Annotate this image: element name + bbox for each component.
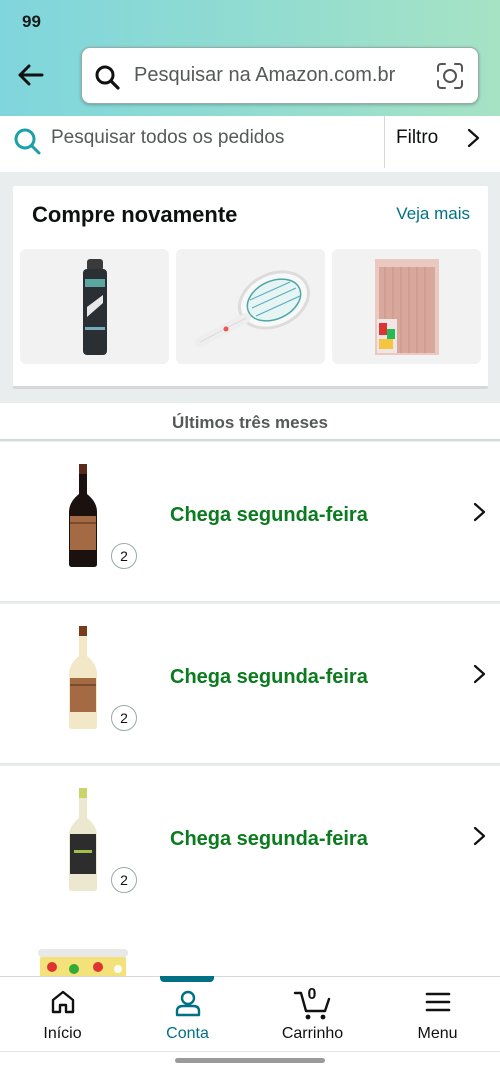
chevron-right-icon[interactable] [472, 662, 488, 686]
chevron-right-icon[interactable] [466, 126, 482, 150]
app-header: 99 Pesquisar na Amazon.com.br [0, 0, 500, 116]
buy-again-item-racket[interactable] [176, 249, 325, 364]
order-row[interactable]: 2 Chega segunda-feira [0, 766, 500, 926]
nav-menu[interactable]: Menu [375, 977, 500, 1053]
delivery-status: Chega segunda-feira [170, 828, 368, 850]
nav-label: Carrinho [281, 1025, 344, 1042]
order-row[interactable]: 2 Chega segunda-feira [0, 604, 500, 764]
order-row[interactable] [0, 911, 500, 977]
quantity-badge: 2 [111, 705, 137, 731]
search-input[interactable]: Pesquisar na Amazon.com.br [134, 64, 395, 87]
back-arrow-icon [18, 64, 44, 86]
order-row[interactable]: 2 Chega segunda-feira [0, 442, 500, 602]
orders-search-input[interactable]: Pesquisar todos os pedidos [51, 127, 284, 149]
status-indicator: 99 [22, 12, 41, 31]
chevron-right-icon[interactable] [472, 824, 488, 848]
delivery-status: Chega segunda-feira [170, 504, 368, 526]
divider [384, 116, 385, 168]
orders-search-bar: Pesquisar todos os pedidos Filtro [0, 116, 500, 172]
nav-label: Início [43, 1025, 82, 1042]
red-wine-bottle-thumbnail [69, 464, 97, 567]
delivery-status: Chega segunda-feira [170, 666, 368, 688]
chevron-right-icon[interactable] [472, 500, 488, 524]
filter-button[interactable]: Filtro [396, 127, 438, 149]
nav-label: Conta [166, 1025, 209, 1042]
shower-curtain-product-thumbnail [374, 258, 439, 355]
back-button[interactable] [10, 55, 50, 95]
cart-count-badge: 0 [307, 986, 317, 1003]
search-icon [14, 128, 41, 155]
nav-cart[interactable]: 0 Carrinho [250, 977, 375, 1053]
nav-label: Menu [417, 1025, 458, 1042]
buy-again-item-curtain[interactable] [332, 249, 481, 364]
home-icon [51, 990, 74, 1014]
electric-racket-product-thumbnail [194, 269, 310, 347]
nav-home[interactable]: Início [0, 977, 125, 1053]
search-bar[interactable]: Pesquisar na Amazon.com.br [81, 47, 479, 104]
quantity-badge: 2 [111, 867, 137, 893]
buy-again-item-deodorant[interactable] [20, 249, 169, 364]
nav-account[interactable]: Conta [125, 977, 250, 1053]
quantity-badge: 2 [111, 543, 137, 569]
menu-icon [425, 992, 450, 1012]
home-indicator[interactable] [175, 1058, 325, 1063]
product-thumbnail [38, 949, 128, 977]
white-wine-bottle-thumbnail [69, 788, 97, 891]
section-label: Últimos três meses [172, 413, 328, 432]
deodorant-product-thumbnail [82, 258, 107, 355]
buy-again-card: Compre novamente Veja mais [13, 186, 488, 389]
orders-section-header: Últimos três meses [0, 403, 500, 441]
white-wine-bottle-thumbnail [69, 626, 97, 729]
search-icon [95, 65, 120, 90]
camera-scan-icon[interactable] [436, 62, 464, 90]
nav-separator [0, 1051, 500, 1052]
buy-again-title: Compre novamente [32, 202, 238, 227]
account-icon [175, 990, 200, 1017]
see-more-link[interactable]: Veja mais [396, 204, 470, 224]
